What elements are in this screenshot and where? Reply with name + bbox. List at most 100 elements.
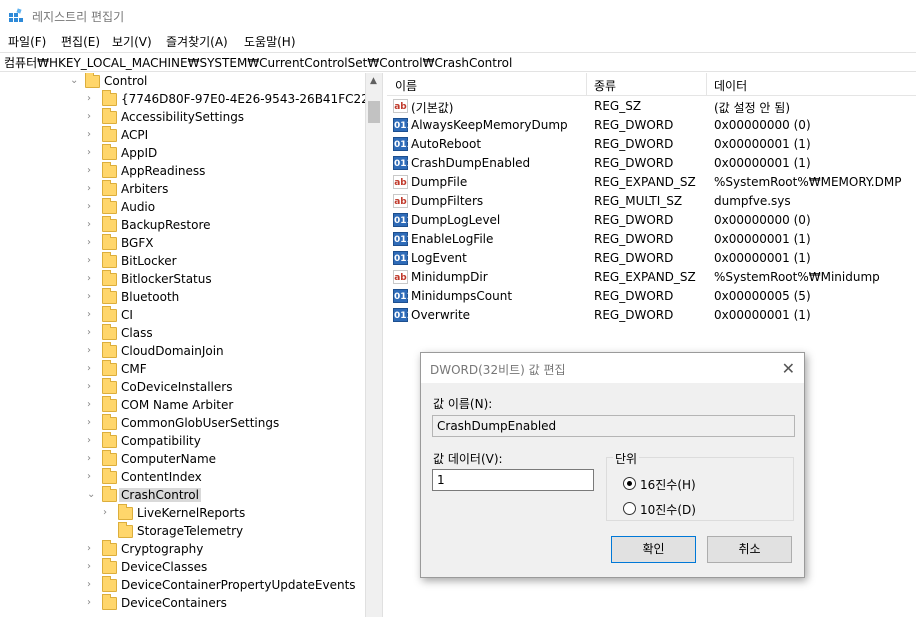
chevron-right-icon[interactable]: › bbox=[87, 382, 97, 392]
tree-item[interactable]: › ContentIndex bbox=[0, 468, 365, 487]
chevron-right-icon[interactable]: › bbox=[87, 220, 97, 230]
tree-item[interactable]: › BackupRestore bbox=[0, 216, 365, 235]
tree-item[interactable]: › CI bbox=[0, 306, 365, 325]
chevron-right-icon[interactable]: › bbox=[87, 562, 97, 572]
chevron-right-icon[interactable]: › bbox=[87, 148, 97, 158]
tree-item-crashcontrol[interactable]: ⌄ CrashControl bbox=[0, 486, 365, 505]
chevron-right-icon[interactable]: › bbox=[87, 346, 97, 356]
chevron-right-icon[interactable]: › bbox=[87, 598, 97, 608]
scroll-thumb[interactable] bbox=[368, 101, 380, 123]
value-data: 0x00000005 (5) bbox=[714, 289, 811, 303]
folder-icon bbox=[102, 378, 117, 394]
value-name-field[interactable]: CrashDumpEnabled bbox=[432, 415, 795, 437]
tree-item[interactable]: › DeviceClasses bbox=[0, 558, 365, 577]
menu-file[interactable]: 파일(F) bbox=[8, 33, 46, 50]
cancel-button[interactable]: 취소 bbox=[707, 536, 792, 563]
folder-icon bbox=[102, 198, 117, 214]
chevron-right-icon[interactable]: › bbox=[87, 454, 97, 464]
value-row[interactable]: ab MinidumpDir REG_EXPAND_SZ %SystemRoot%₩M… bbox=[387, 268, 916, 287]
tree-scrollbar[interactable]: ▲ bbox=[365, 73, 382, 617]
close-icon[interactable]: ✕ bbox=[782, 359, 795, 378]
value-row[interactable]: 011 CrashDumpEnabled REG_DWORD 0x00000001 (… bbox=[387, 154, 916, 173]
tree-item[interactable]: › Bluetooth bbox=[0, 288, 365, 307]
address-bar[interactable]: 컴퓨터₩HKEY_LOCAL_MACHINE₩SYSTEM₩CurrentCon… bbox=[0, 52, 916, 72]
menu-favorites[interactable]: 즐겨찾기(A) bbox=[166, 33, 228, 50]
tree-item[interactable]: › CommonGlobUserSettings bbox=[0, 414, 365, 433]
tree-item[interactable]: › AccessibilitySettings bbox=[0, 108, 365, 127]
chevron-right-icon[interactable]: › bbox=[87, 580, 97, 590]
menu-help[interactable]: 도움말(H) bbox=[244, 33, 296, 50]
tree-item[interactable]: › {7746D80F-97E0-4E26-9543-26B41FC22F79 bbox=[0, 90, 365, 109]
pane-splitter[interactable] bbox=[382, 73, 386, 617]
tree-item-child[interactable]: › LiveKernelReports bbox=[0, 504, 365, 523]
value-row[interactable]: 011 AlwaysKeepMemoryDump REG_DWORD 0x000000… bbox=[387, 116, 916, 135]
tree-item[interactable]: › BitlockerStatus bbox=[0, 270, 365, 289]
tree-item[interactable]: › AppReadiness bbox=[0, 162, 365, 181]
chevron-right-icon[interactable]: › bbox=[87, 184, 97, 194]
tree-item[interactable]: › BGFX bbox=[0, 234, 365, 253]
chevron-down-icon[interactable]: ⌄ bbox=[70, 76, 80, 86]
chevron-right-icon[interactable]: › bbox=[87, 436, 97, 446]
value-row[interactable]: 011 Overwrite REG_DWORD 0x00000001 (1) bbox=[387, 306, 916, 325]
tree-item-control[interactable]: ⌄ Control bbox=[0, 73, 365, 91]
menu-edit[interactable]: 편집(E) bbox=[61, 33, 100, 50]
tree-item[interactable]: › DeviceContainerPropertyUpdateEvents bbox=[0, 576, 365, 595]
ok-button[interactable]: 확인 bbox=[611, 536, 696, 563]
tree-item[interactable]: › DeviceContainers bbox=[0, 594, 365, 613]
chevron-right-icon[interactable]: › bbox=[87, 310, 97, 320]
chevron-right-icon[interactable]: › bbox=[87, 130, 97, 140]
chevron-right-icon[interactable]: › bbox=[103, 508, 113, 518]
tree-item[interactable]: › ComputerName bbox=[0, 450, 365, 469]
tree-item[interactable]: › BitLocker bbox=[0, 252, 365, 271]
tree-item[interactable]: › Cryptography bbox=[0, 540, 365, 559]
tree-item-child[interactable]: StorageTelemetry bbox=[0, 522, 365, 541]
chevron-right-icon[interactable]: › bbox=[87, 292, 97, 302]
value-row[interactable]: ab DumpFilters REG_MULTI_SZ dumpfve.sys bbox=[387, 192, 916, 211]
chevron-right-icon[interactable]: › bbox=[87, 274, 97, 284]
dec-radio-label[interactable]: 10진수(D) bbox=[640, 501, 696, 518]
scroll-up-icon[interactable]: ▲ bbox=[370, 76, 377, 86]
chevron-right-icon[interactable]: › bbox=[87, 94, 97, 104]
hex-radio[interactable] bbox=[623, 477, 636, 490]
chevron-right-icon[interactable]: › bbox=[87, 202, 97, 212]
tree-item[interactable]: › Compatibility bbox=[0, 432, 365, 451]
column-header-name[interactable]: 이름 bbox=[387, 73, 587, 95]
column-header-type[interactable]: 종류 bbox=[587, 73, 707, 95]
tree-item[interactable]: › COM Name Arbiter bbox=[0, 396, 365, 415]
value-row[interactable]: 011 AutoReboot REG_DWORD 0x00000001 (1) bbox=[387, 135, 916, 154]
value-row[interactable]: 011 LogEvent REG_DWORD 0x00000001 (1) bbox=[387, 249, 916, 268]
chevron-right-icon[interactable]: › bbox=[87, 472, 97, 482]
value-row[interactable]: 011 DumpLogLevel REG_DWORD 0x00000000 (0) bbox=[387, 211, 916, 230]
chevron-right-icon[interactable]: › bbox=[87, 364, 97, 374]
value-row[interactable]: ab DumpFile REG_EXPAND_SZ %SystemRoot%₩MEMO… bbox=[387, 173, 916, 192]
value-row[interactable]: 011 EnableLogFile REG_DWORD 0x00000001 (1) bbox=[387, 230, 916, 249]
value-row[interactable]: 011 MinidumpsCount REG_DWORD 0x00000005 (5) bbox=[387, 287, 916, 306]
tree-item[interactable]: › Class bbox=[0, 324, 365, 343]
chevron-right-icon[interactable]: › bbox=[87, 418, 97, 428]
value-row[interactable]: ab (기본값) REG_SZ (값 설정 안 됨) bbox=[387, 97, 916, 116]
value-name: (기본값) bbox=[411, 101, 454, 115]
tree-item[interactable]: › ACPI bbox=[0, 126, 365, 145]
menu-view[interactable]: 보기(V) bbox=[112, 33, 152, 50]
chevron-down-icon[interactable]: ⌄ bbox=[87, 490, 97, 500]
key-tree[interactable]: ⌄ Control › {7746D80F-97E0-4E26-9543-26B41F… bbox=[0, 73, 365, 617]
value-data-input[interactable]: 1 bbox=[432, 469, 594, 491]
tree-item[interactable]: › CoDeviceInstallers bbox=[0, 378, 365, 397]
tree-item[interactable]: › AppID bbox=[0, 144, 365, 163]
chevron-right-icon[interactable]: › bbox=[87, 238, 97, 248]
value-data: dumpfve.sys bbox=[714, 194, 791, 208]
chevron-right-icon[interactable]: › bbox=[87, 544, 97, 554]
column-header-data[interactable]: 데이터 bbox=[707, 73, 916, 95]
value-data: 0x00000001 (1) bbox=[714, 308, 811, 322]
dec-radio[interactable] bbox=[623, 502, 636, 515]
chevron-right-icon[interactable]: › bbox=[87, 400, 97, 410]
tree-item[interactable]: › CloudDomainJoin bbox=[0, 342, 365, 361]
tree-item[interactable]: › Audio bbox=[0, 198, 365, 217]
chevron-right-icon[interactable]: › bbox=[87, 112, 97, 122]
hex-radio-label[interactable]: 16진수(H) bbox=[640, 476, 696, 493]
tree-item[interactable]: › Arbiters bbox=[0, 180, 365, 199]
chevron-right-icon[interactable]: › bbox=[87, 166, 97, 176]
tree-item[interactable]: › CMF bbox=[0, 360, 365, 379]
chevron-right-icon[interactable]: › bbox=[87, 328, 97, 338]
chevron-right-icon[interactable]: › bbox=[87, 256, 97, 266]
